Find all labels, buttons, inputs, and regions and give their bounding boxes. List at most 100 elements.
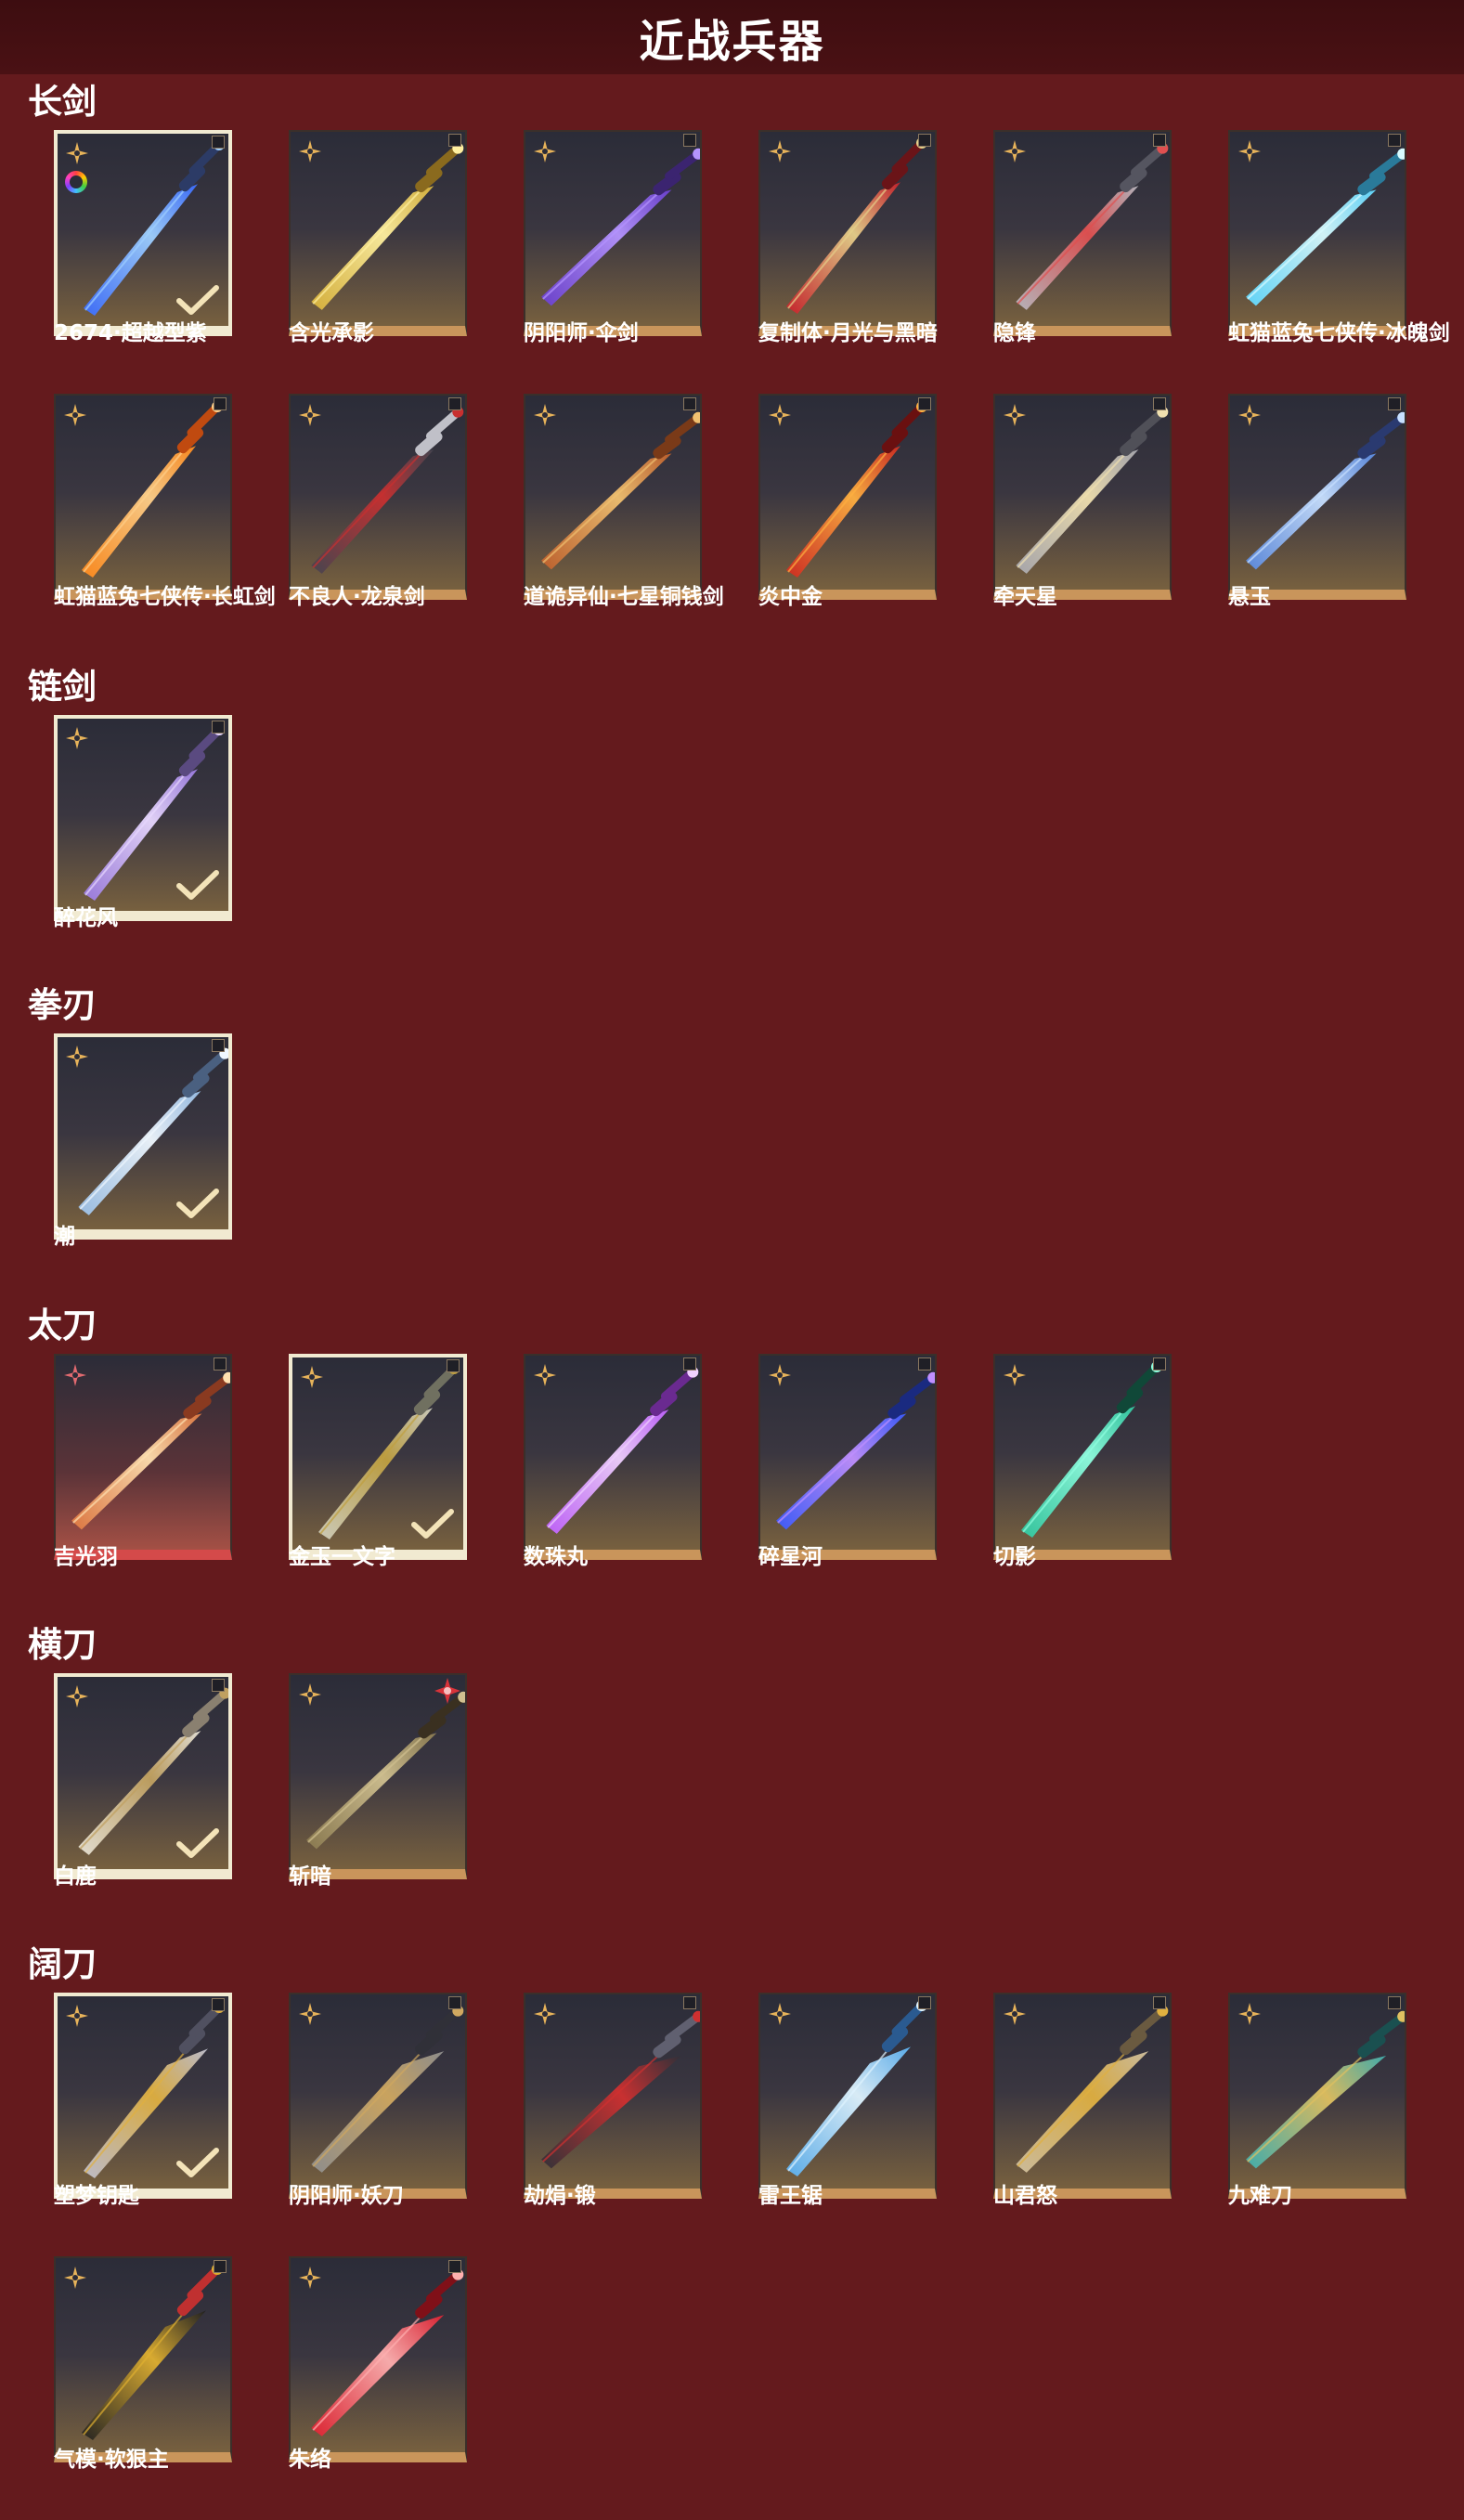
weapon-name: 不良人·龙泉剑	[289, 585, 425, 609]
weapon-card[interactable]	[524, 394, 702, 600]
section-title: 横刀	[28, 1625, 97, 1665]
corner-tab-icon	[918, 397, 931, 410]
weapon-name: 切影	[993, 1545, 1036, 1569]
section-title: 链剑	[28, 667, 97, 707]
corner-tab-icon	[918, 1357, 931, 1370]
rarity-star-icon	[63, 1363, 87, 1387]
rarity-star-icon	[63, 403, 87, 427]
weapon-card[interactable]	[524, 1354, 702, 1560]
weapon-card[interactable]	[1228, 130, 1406, 336]
rarity-star-icon	[1003, 403, 1027, 427]
equipped-check-icon	[176, 1189, 219, 1220]
weapon-card[interactable]	[758, 1354, 937, 1560]
rarity-star-icon	[533, 139, 557, 163]
weapon-name: 潮	[54, 1225, 75, 1249]
corner-tab-icon	[448, 397, 461, 410]
weapon-name: 醉花风	[54, 906, 118, 930]
weapon-name: 白鹿	[54, 1864, 97, 1889]
weapon-name: 雷王锯	[758, 2184, 823, 2208]
corner-tab-icon	[683, 134, 696, 147]
rarity-star-icon	[1237, 139, 1262, 163]
weapon-card[interactable]	[993, 1993, 1172, 2199]
weapon-card[interactable]	[993, 1354, 1172, 1560]
color-wheel-icon[interactable]	[65, 171, 87, 193]
corner-tab-icon	[683, 1357, 696, 1370]
corner-tab-icon	[918, 134, 931, 147]
weapon-name: 数珠丸	[524, 1545, 588, 1569]
rarity-star-icon	[300, 1365, 324, 1389]
equipped-check-icon	[176, 870, 219, 902]
rarity-star-icon	[1003, 139, 1027, 163]
weapon-card[interactable]	[289, 394, 467, 600]
rarity-star-icon	[1237, 2002, 1262, 2026]
weapon-card[interactable]	[289, 1354, 467, 1560]
weapon-name: 塑梦钥匙	[54, 2184, 139, 2208]
weapon-card[interactable]	[524, 130, 702, 336]
weapon-card[interactable]	[54, 2256, 232, 2462]
weapon-card[interactable]	[54, 715, 232, 921]
weapon-card[interactable]	[289, 2256, 467, 2462]
corner-tab-icon	[1153, 1357, 1166, 1370]
corner-tab-icon	[448, 2260, 461, 2273]
weapon-name: 虹猫蓝兔七侠传·长虹剑	[54, 585, 276, 609]
weapon-card[interactable]	[1228, 1993, 1406, 2199]
corner-tab-icon	[683, 397, 696, 410]
weapon-card[interactable]	[54, 1993, 232, 2199]
rarity-star-icon	[298, 2266, 322, 2290]
corner-tab-icon	[448, 1996, 461, 2009]
weapon-name: 阴阳师·伞剑	[524, 321, 639, 345]
weapon-name: 斩暗	[289, 1864, 331, 1889]
weapon-card[interactable]	[758, 1993, 937, 2199]
weapon-card[interactable]	[289, 1673, 467, 1879]
weapon-name: 悬玉	[1228, 585, 1271, 609]
weapon-card[interactable]	[54, 130, 232, 336]
weapon-name: 九难刀	[1228, 2184, 1292, 2208]
equipped-check-icon	[176, 285, 219, 317]
weapon-card[interactable]	[993, 130, 1172, 336]
weapon-card[interactable]	[54, 394, 232, 600]
equipped-check-icon	[176, 2148, 219, 2179]
weapon-name: 复制体·月光与黑暗	[758, 321, 938, 345]
weapon-card[interactable]	[54, 1354, 232, 1560]
corner-tab-icon	[214, 397, 227, 410]
weapon-card[interactable]	[758, 130, 937, 336]
rarity-star-icon	[768, 2002, 792, 2026]
weapon-card[interactable]	[54, 1673, 232, 1879]
weapon-card[interactable]	[1228, 394, 1406, 600]
corner-tab-icon	[212, 721, 225, 734]
weapon-name: 碎星河	[758, 1545, 823, 1569]
weapon-name: 虹猫蓝兔七侠传·冰魄剑	[1228, 321, 1450, 345]
weapon-card[interactable]	[289, 130, 467, 336]
section-title: 太刀	[28, 1305, 97, 1345]
equipped-check-icon	[411, 1509, 454, 1540]
weapon-name: 劫焆·锻	[524, 2184, 596, 2208]
weapon-name: 2674·超越型紫	[54, 321, 207, 345]
rarity-star-icon	[1003, 1363, 1027, 1387]
rarity-star-icon	[65, 1045, 89, 1069]
weapon-name: 金玉一文字	[289, 1545, 395, 1569]
section-title: 拳刃	[28, 985, 97, 1025]
weapon-name: 吉光羽	[54, 1545, 118, 1569]
rarity-star-icon	[533, 2002, 557, 2026]
corner-tab-icon	[212, 1679, 225, 1692]
rarity-star-icon	[768, 403, 792, 427]
corner-tab-icon	[212, 136, 225, 149]
new-badge-icon	[434, 1677, 461, 1705]
rarity-star-icon	[65, 141, 89, 165]
weapon-card[interactable]	[289, 1993, 467, 2199]
weapon-card[interactable]	[758, 394, 937, 600]
corner-tab-icon	[1388, 397, 1401, 410]
weapon-card[interactable]	[993, 394, 1172, 600]
rarity-star-icon	[768, 1363, 792, 1387]
rarity-star-icon	[298, 2002, 322, 2026]
weapon-card[interactable]	[524, 1993, 702, 2199]
equipped-check-icon	[176, 1828, 219, 1860]
weapon-name: 阴阳师·妖刀	[289, 2184, 404, 2208]
corner-tab-icon	[683, 1996, 696, 2009]
weapon-name: 气模·软狠主	[54, 2448, 169, 2472]
section-title: 长剑	[28, 82, 97, 122]
weapon-name: 山君怒	[993, 2184, 1057, 2208]
page-header: 近战兵器	[0, 0, 1464, 74]
corner-tab-icon	[1388, 134, 1401, 147]
weapon-card[interactable]	[54, 1033, 232, 1240]
